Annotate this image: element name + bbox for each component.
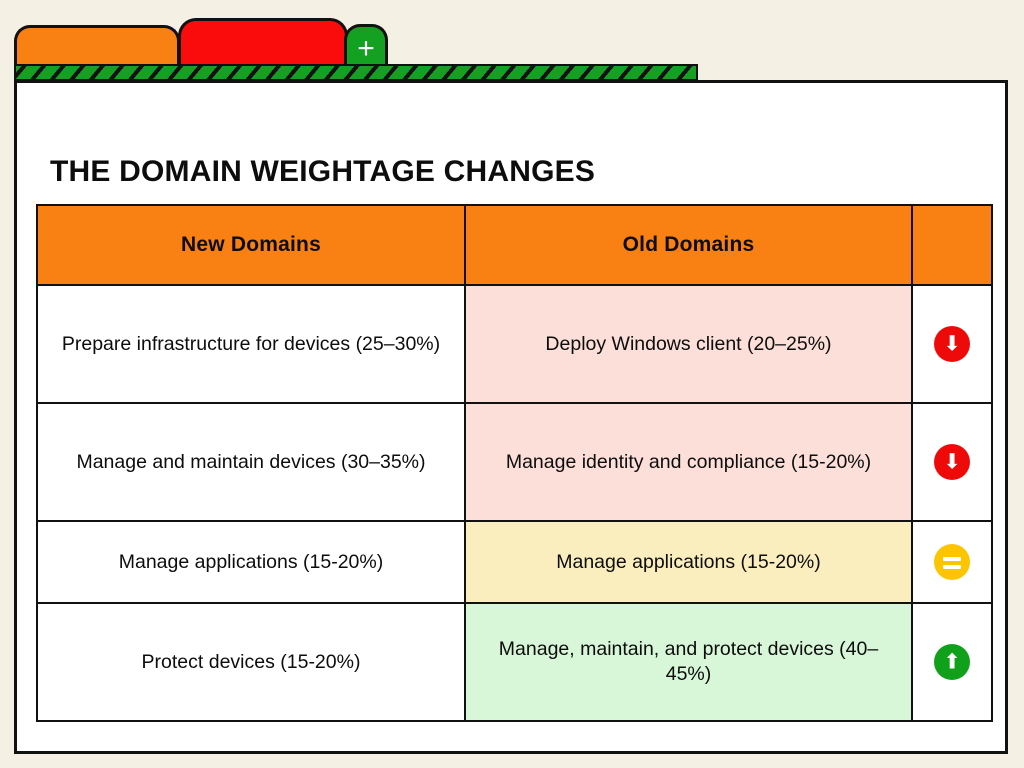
cell-new-domain: Prepare infrastructure for devices (25–3… xyxy=(36,284,466,404)
table-row: Manage applications (15-20%) Manage appl… xyxy=(36,520,993,604)
page-title: THE DOMAIN WEIGHTAGE CHANGES xyxy=(50,155,596,189)
cell-old-domain: Deploy Windows client (20–25%) xyxy=(464,284,913,404)
cell-indicator: ⬇ xyxy=(911,284,993,404)
arrow-down-icon: ⬇ xyxy=(934,326,970,362)
cell-old-domain: Manage identity and compliance (15-20%) xyxy=(464,402,913,522)
new-tab-button[interactable]: + xyxy=(344,24,388,68)
hazard-stripe-bar xyxy=(14,64,698,81)
table-header-row: New Domains Old Domains xyxy=(36,204,993,286)
cell-new-domain: Protect devices (15-20%) xyxy=(36,602,466,722)
arrow-down-icon: ⬇ xyxy=(934,444,970,480)
table-row: Manage and maintain devices (30–35%) Man… xyxy=(36,402,993,522)
column-header-new-domains: New Domains xyxy=(36,204,466,286)
equals-icon xyxy=(934,544,970,580)
cell-indicator: ⬆ xyxy=(911,602,993,722)
cell-old-domain: Manage applications (15-20%) xyxy=(464,520,913,604)
cell-indicator: ⬇ xyxy=(911,402,993,522)
column-header-indicator xyxy=(911,204,993,286)
cell-new-domain: Manage applications (15-20%) xyxy=(36,520,466,604)
plus-icon: + xyxy=(357,31,375,65)
equals-bar-top xyxy=(943,557,961,561)
arrow-down-glyph: ⬇ xyxy=(943,331,961,356)
column-header-old-domains: Old Domains xyxy=(464,204,913,286)
cell-indicator xyxy=(911,520,993,604)
cell-old-domain: Manage, maintain, and protect devices (4… xyxy=(464,602,913,722)
cell-new-domain: Manage and maintain devices (30–35%) xyxy=(36,402,466,522)
domain-weightage-table: New Domains Old Domains Prepare infrastr… xyxy=(36,204,993,722)
content-card: THE DOMAIN WEIGHTAGE CHANGES New Domains… xyxy=(14,80,1008,754)
table-row: Protect devices (15-20%) Manage, maintai… xyxy=(36,602,993,722)
equals-bar-bottom xyxy=(943,565,961,569)
arrow-down-glyph: ⬇ xyxy=(943,449,961,474)
table-row: Prepare infrastructure for devices (25–3… xyxy=(36,284,993,404)
browser-tab-red[interactable] xyxy=(178,18,348,68)
arrow-up-icon: ⬆ xyxy=(934,644,970,680)
arrow-up-glyph: ⬆ xyxy=(943,649,961,674)
browser-tab-orange[interactable] xyxy=(14,25,180,68)
